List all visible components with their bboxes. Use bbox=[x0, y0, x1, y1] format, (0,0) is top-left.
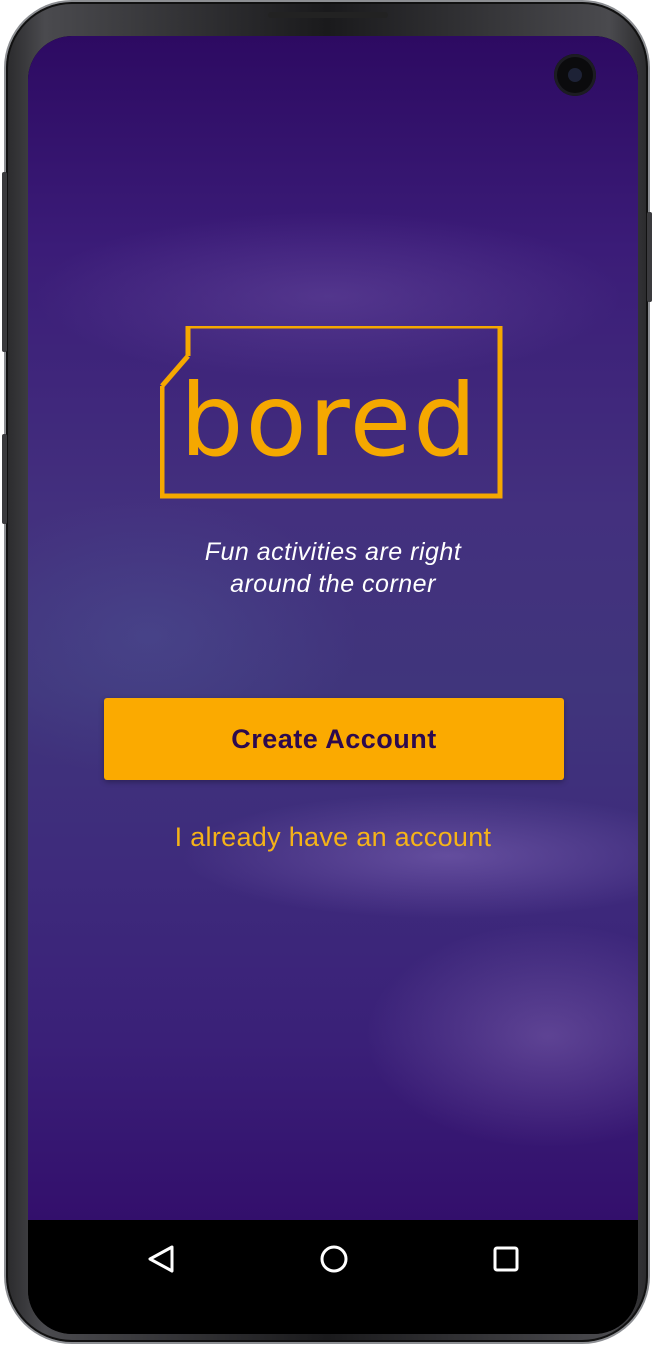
app-logo: bored bbox=[160, 326, 506, 502]
back-icon[interactable] bbox=[132, 1238, 192, 1280]
home-icon[interactable] bbox=[304, 1238, 364, 1280]
tagline-line-2: around the corner bbox=[230, 570, 436, 598]
login-link[interactable]: I already have an account bbox=[28, 822, 638, 853]
tagline: Fun activities are right around the corn… bbox=[28, 536, 638, 600]
navigation-bar bbox=[28, 1220, 638, 1334]
bixby-button bbox=[2, 434, 7, 524]
background-image bbox=[28, 36, 638, 1220]
front-camera bbox=[554, 54, 596, 96]
screen: bored Fun activities are right around th… bbox=[28, 36, 638, 1334]
earpiece-speaker bbox=[268, 12, 388, 18]
tagline-line-1: Fun activities are right bbox=[204, 538, 462, 566]
volume-up-button bbox=[2, 172, 7, 352]
logo-wordmark: bored bbox=[180, 362, 479, 479]
create-account-button[interactable]: Create Account bbox=[104, 698, 564, 780]
recent-apps-icon[interactable] bbox=[476, 1238, 536, 1280]
power-button bbox=[647, 212, 652, 302]
phone-frame: bored Fun activities are right around th… bbox=[2, 2, 652, 1342]
